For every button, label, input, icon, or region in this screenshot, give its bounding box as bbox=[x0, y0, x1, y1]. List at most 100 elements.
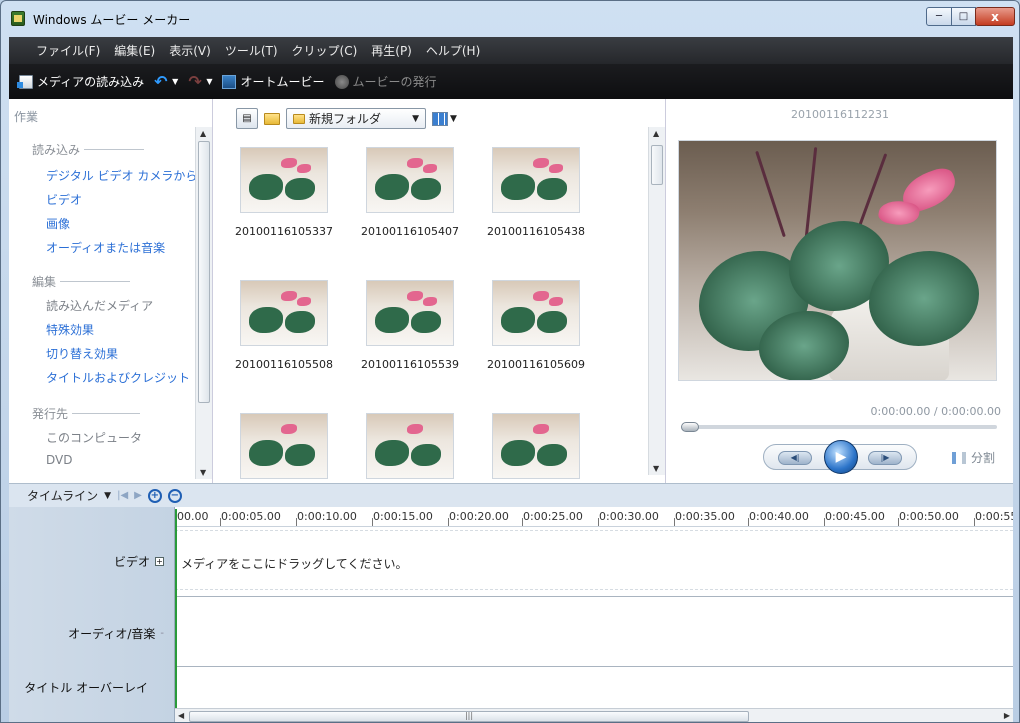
task-this-computer[interactable]: このコンピュータ bbox=[46, 429, 142, 446]
rewind-icon[interactable]: |◀ bbox=[117, 490, 128, 501]
play-button[interactable]: ▶ bbox=[824, 440, 858, 474]
previous-frame-button[interactable]: ◀| bbox=[778, 451, 812, 465]
preview-pane: 20100116112231 0:00:00.00 / 0:00:00.00 ◀… bbox=[667, 99, 1013, 483]
zoom-out-icon[interactable]: − bbox=[167, 488, 182, 503]
chevron-down-icon[interactable]: ▼ bbox=[104, 491, 111, 501]
redo-dropdown-icon[interactable]: ▼ bbox=[206, 77, 212, 86]
clip-item[interactable]: 20100116105337 bbox=[229, 147, 339, 238]
task-transitions[interactable]: 切り替え効果 bbox=[46, 345, 118, 362]
movie-maker-icon bbox=[11, 11, 25, 26]
automovie-icon bbox=[222, 74, 237, 89]
maximize-button[interactable]: □ bbox=[951, 7, 976, 26]
seek-handle[interactable] bbox=[681, 422, 699, 432]
playhead[interactable] bbox=[175, 509, 177, 708]
previous-icon: ◀| bbox=[790, 453, 800, 462]
timeline-tracks: メディアをここにドラッグしてください。 bbox=[175, 527, 1013, 708]
next-frame-button[interactable]: |▶ bbox=[868, 451, 902, 465]
split-button[interactable]: 分割 bbox=[952, 449, 995, 466]
scroll-down-icon[interactable]: ▼ bbox=[200, 468, 206, 477]
task-from-dv-camera[interactable]: デジタル ビデオ カメラから bbox=[46, 167, 197, 184]
menu-bar: ファイル(F) 編集(E) 表示(V) ツール(T) クリップ(C) 再生(P)… bbox=[9, 37, 1013, 64]
task-dvd[interactable]: DVD bbox=[46, 453, 72, 467]
preview-clip-name: 20100116112231 bbox=[791, 108, 889, 121]
menu-play[interactable]: 再生(P) bbox=[364, 42, 419, 59]
thumbnail-view-icon bbox=[432, 111, 448, 126]
timeline-scrollbar[interactable]: ◀ ||| ▶ bbox=[175, 708, 1013, 722]
title-overlay-track[interactable] bbox=[175, 667, 1013, 708]
folder-icon bbox=[293, 113, 305, 124]
folder-up-icon[interactable] bbox=[264, 112, 280, 125]
menu-clip[interactable]: クリップ(C) bbox=[285, 42, 365, 59]
clip-item[interactable] bbox=[229, 413, 339, 479]
scroll-thumb[interactable] bbox=[651, 145, 663, 185]
ruler-tick: 0:00:55 bbox=[973, 510, 1013, 526]
clip-item[interactable]: 20100116105539 bbox=[355, 280, 465, 371]
task-import-images[interactable]: 画像 bbox=[46, 215, 70, 232]
scroll-left-icon[interactable]: ◀ bbox=[178, 711, 184, 720]
menu-edit[interactable]: 編集(E) bbox=[107, 42, 162, 59]
menu-file[interactable]: ファイル(F) bbox=[29, 42, 107, 59]
collection-toolbar: ▤ 新規フォルダ ▼ ▼ bbox=[236, 108, 457, 129]
zoom-in-icon[interactable]: + bbox=[147, 488, 162, 503]
next-icon: |▶ bbox=[880, 453, 890, 462]
clip-item[interactable] bbox=[481, 413, 591, 479]
undo-dropdown-icon[interactable]: ▼ bbox=[172, 77, 178, 86]
automovie-button[interactable]: オートムービー bbox=[222, 73, 325, 90]
scroll-thumb[interactable]: ||| bbox=[189, 711, 749, 722]
task-imported-media[interactable]: 読み込んだメディア bbox=[46, 297, 153, 314]
task-effects[interactable]: 特殊効果 bbox=[46, 321, 94, 338]
clip-item[interactable]: 20100116105407 bbox=[355, 147, 465, 238]
redo-button[interactable]: ↷ ▼ bbox=[188, 73, 212, 89]
undo-button[interactable]: ↶ ▼ bbox=[154, 73, 178, 89]
ruler-tick: 0:00:30.00 bbox=[598, 510, 659, 526]
audio-track[interactable] bbox=[175, 597, 1013, 667]
scroll-thumb[interactable] bbox=[198, 141, 210, 403]
section-publish: 発行先 bbox=[32, 405, 141, 422]
clip-item[interactable]: 20100116105438 bbox=[481, 147, 591, 238]
scroll-up-icon[interactable]: ▲ bbox=[653, 129, 659, 138]
clip-item[interactable]: 20100116105609 bbox=[481, 280, 591, 371]
folder-dropdown[interactable]: 新規フォルダ ▼ bbox=[286, 108, 426, 129]
split-icon bbox=[952, 451, 966, 464]
publish-movie-button[interactable]: ムービーの発行 bbox=[334, 73, 437, 90]
scroll-up-icon[interactable]: ▲ bbox=[200, 129, 206, 138]
timeline-view-label[interactable]: タイムライン bbox=[27, 487, 98, 504]
clip-name: 20100116105609 bbox=[487, 358, 585, 371]
clip-item[interactable]: 20100116105508 bbox=[229, 280, 339, 371]
app-window: Windows ムービー メーカー ─ □ x ファイル(F) 編集(E) 表示… bbox=[0, 0, 1020, 723]
clip-item[interactable] bbox=[355, 413, 465, 479]
section-import-label: 読み込み bbox=[32, 143, 81, 157]
seek-bar[interactable] bbox=[681, 422, 997, 432]
clip-thumbnail bbox=[366, 280, 454, 346]
clip-thumbnail bbox=[240, 147, 328, 213]
scroll-down-icon[interactable]: ▼ bbox=[653, 464, 659, 473]
tasks-pane: 作業 読み込み デジタル ビデオ カメラから ビデオ 画像 オーディオまたは音楽… bbox=[9, 99, 213, 483]
timeline-ruler[interactable]: 00.00 0:00:05.00 0:00:10.00 0:00:15.00 0… bbox=[175, 507, 1013, 527]
video-track[interactable]: メディアをここにドラッグしてください。 bbox=[175, 527, 1013, 597]
tasks-scrollbar[interactable]: ▲ ▼ bbox=[195, 127, 212, 479]
view-options-button[interactable]: ▼ bbox=[432, 111, 457, 126]
scroll-right-icon[interactable]: ▶ bbox=[1004, 711, 1010, 720]
menu-help[interactable]: ヘルプ(H) bbox=[419, 42, 487, 59]
ruler-tick: 00.00 bbox=[176, 510, 209, 526]
tasks-pane-icon: ▤ bbox=[242, 113, 252, 124]
task-import-video[interactable]: ビデオ bbox=[46, 191, 82, 208]
collection-scrollbar[interactable]: ▲ ▼ bbox=[648, 127, 665, 475]
section-publish-label: 発行先 bbox=[32, 407, 69, 421]
collapse-icon[interactable]: - bbox=[160, 628, 164, 639]
close-button[interactable]: x bbox=[975, 7, 1015, 26]
expand-icon[interactable]: + bbox=[155, 557, 164, 566]
clip-name: 20100116105508 bbox=[235, 358, 333, 371]
chevron-down-icon: ▼ bbox=[450, 113, 457, 124]
menu-view[interactable]: 表示(V) bbox=[162, 42, 218, 59]
task-import-audio[interactable]: オーディオまたは音楽 bbox=[46, 239, 165, 256]
task-titles-credits[interactable]: タイトルおよびクレジット bbox=[46, 369, 190, 386]
ruler-tick: 0:00:40.00 bbox=[748, 510, 809, 526]
minimize-button[interactable]: ─ bbox=[926, 7, 952, 26]
import-media-label: メディアの読み込み bbox=[37, 75, 145, 89]
divider bbox=[60, 281, 131, 282]
toggle-tasks-button[interactable]: ▤ bbox=[236, 108, 258, 129]
menu-tools[interactable]: ツール(T) bbox=[218, 42, 285, 59]
play-timeline-icon[interactable]: ▶ bbox=[134, 490, 142, 501]
import-media-button[interactable]: メディアの読み込み bbox=[17, 73, 145, 90]
